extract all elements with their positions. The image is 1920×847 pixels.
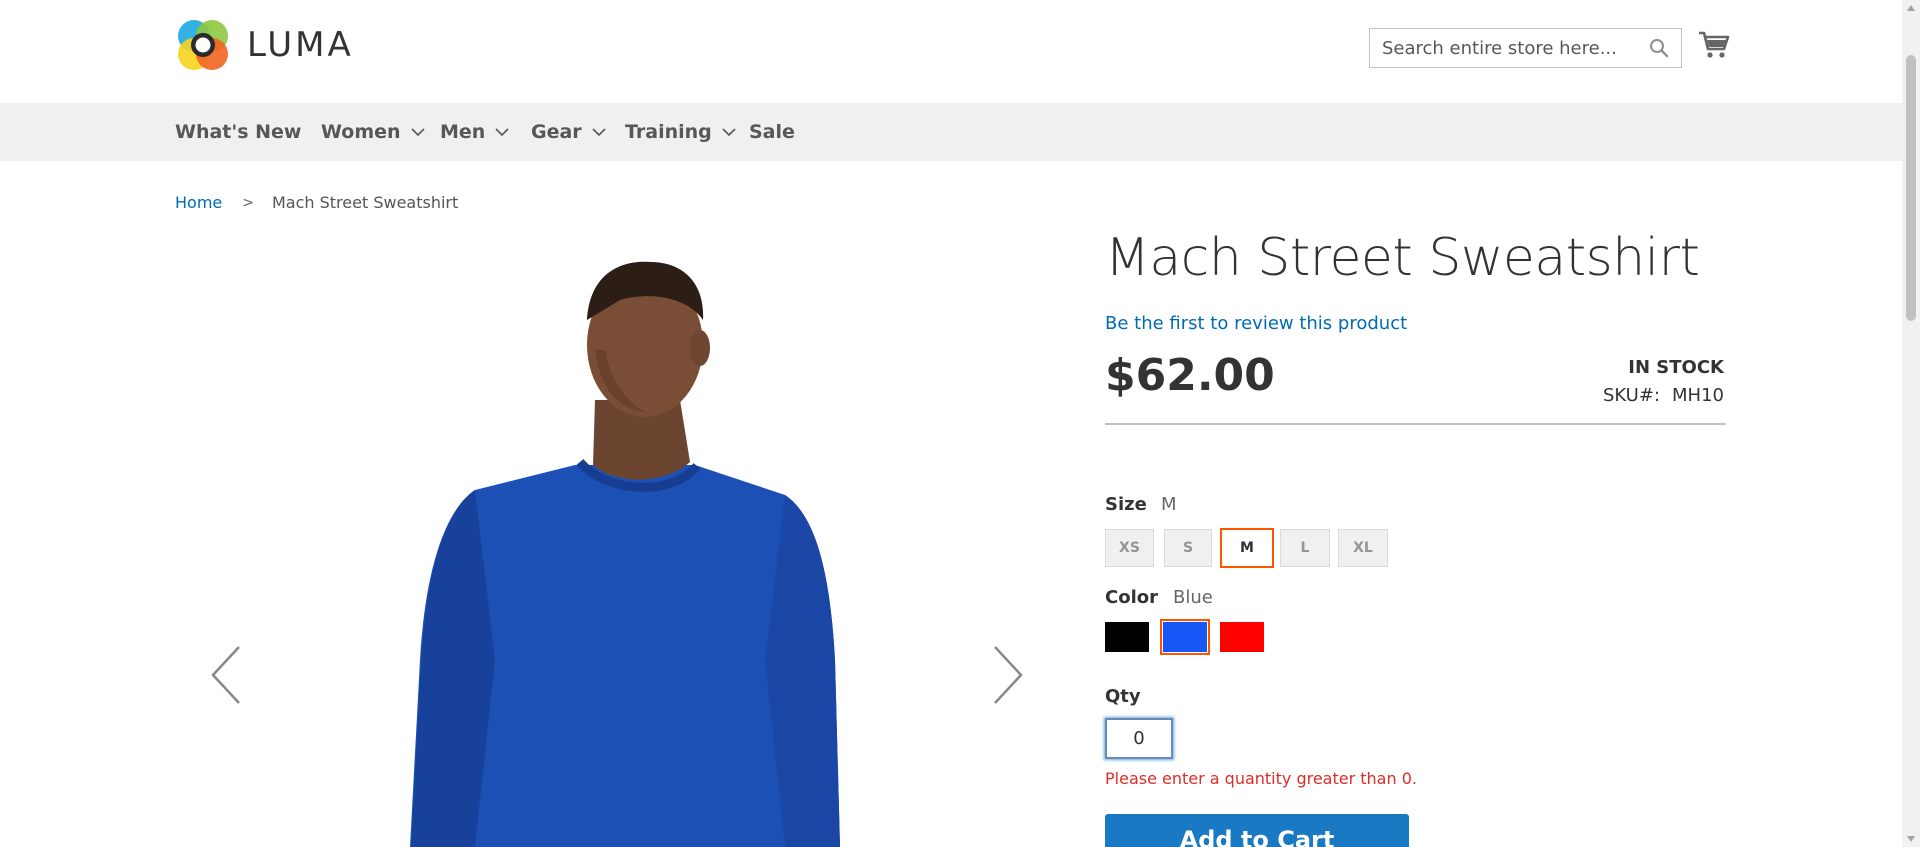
color-swatch-blue[interactable]: [1160, 619, 1210, 655]
search-input[interactable]: [1370, 29, 1640, 67]
product-title: Mach Street Sweatshirt: [1105, 228, 1700, 288]
nav-item-label: Men: [440, 121, 486, 143]
nav-item-training[interactable]: Training: [625, 103, 736, 161]
size-option-m[interactable]: M: [1220, 528, 1274, 568]
sku-value: MH10: [1672, 385, 1724, 406]
qty-label: Qty: [1105, 686, 1141, 707]
search-icon[interactable]: [1649, 38, 1669, 58]
cart-icon[interactable]: [1698, 30, 1730, 60]
stock-status: IN STOCK: [1628, 357, 1724, 378]
scrollbar-thumb[interactable]: [1906, 55, 1916, 321]
nav-item-label: Training: [625, 121, 712, 143]
sku-label: SKU#:: [1602, 385, 1661, 406]
page-scrollbar[interactable]: [1902, 0, 1920, 847]
qty-error-message: Please enter a quantity greater than 0.: [1105, 769, 1417, 788]
chevron-down-icon: [592, 128, 606, 137]
nav-item-sale[interactable]: Sale: [749, 103, 795, 161]
scroll-down-arrow-icon[interactable]: [1906, 834, 1916, 844]
luma-logo[interactable]: LUMA: [175, 17, 354, 73]
nav-item-label: Women: [321, 121, 401, 143]
nav-item-label: Gear: [531, 121, 582, 143]
nav-item-gear[interactable]: Gear: [531, 103, 606, 161]
size-option-xl[interactable]: XL: [1338, 529, 1388, 567]
page-header: LUMA: [0, 0, 1902, 103]
breadcrumb-separator: >: [242, 194, 254, 211]
review-link[interactable]: Be the first to review this product: [1105, 313, 1407, 334]
product-image[interactable]: [175, 240, 1045, 847]
color-label: Color: [1105, 587, 1158, 608]
nav-item-women[interactable]: Women: [321, 103, 425, 161]
nav-item-men[interactable]: Men: [440, 103, 509, 161]
nav-item-label: What's New: [175, 121, 302, 143]
divider: [1105, 423, 1726, 425]
breadcrumb: Home > Mach Street Sweatshirt: [175, 193, 458, 212]
product-sku: SKU#: MH10: [1603, 385, 1724, 406]
logo-text: LUMA: [247, 25, 354, 65]
chevron-down-icon: [495, 128, 509, 137]
color-swatch-black[interactable]: [1105, 622, 1149, 652]
gallery-next-arrow-icon[interactable]: [992, 645, 1024, 705]
add-to-cart-button[interactable]: Add to Cart: [1105, 814, 1409, 847]
luma-logo-icon: [178, 20, 228, 70]
breadcrumb-current: Mach Street Sweatshirt: [271, 193, 459, 212]
chevron-down-icon: [722, 128, 736, 137]
nav-item-label: Sale: [749, 121, 795, 143]
qty-input[interactable]: [1105, 718, 1173, 759]
size-option-s[interactable]: S: [1164, 529, 1212, 567]
color-swatch-red[interactable]: [1220, 622, 1264, 652]
nav-item-whats-new[interactable]: What's New: [175, 103, 301, 161]
size-option-xs[interactable]: XS: [1105, 529, 1154, 567]
product-gallery: [175, 240, 1045, 847]
size-option-l[interactable]: L: [1280, 529, 1330, 567]
color-selected-value: Blue: [1173, 587, 1213, 608]
chevron-down-icon: [410, 128, 425, 137]
main-nav: What's New Women Men Gear Training Sale: [0, 103, 1902, 161]
scroll-up-arrow-icon[interactable]: [1906, 3, 1916, 13]
size-label: Size: [1105, 494, 1147, 515]
gallery-prev-arrow-icon[interactable]: [210, 645, 242, 705]
product-price: $62.00: [1105, 350, 1275, 401]
size-selected-value: M: [1161, 494, 1177, 515]
search-box[interactable]: [1369, 28, 1682, 68]
breadcrumb-home-link[interactable]: Home: [175, 193, 222, 212]
